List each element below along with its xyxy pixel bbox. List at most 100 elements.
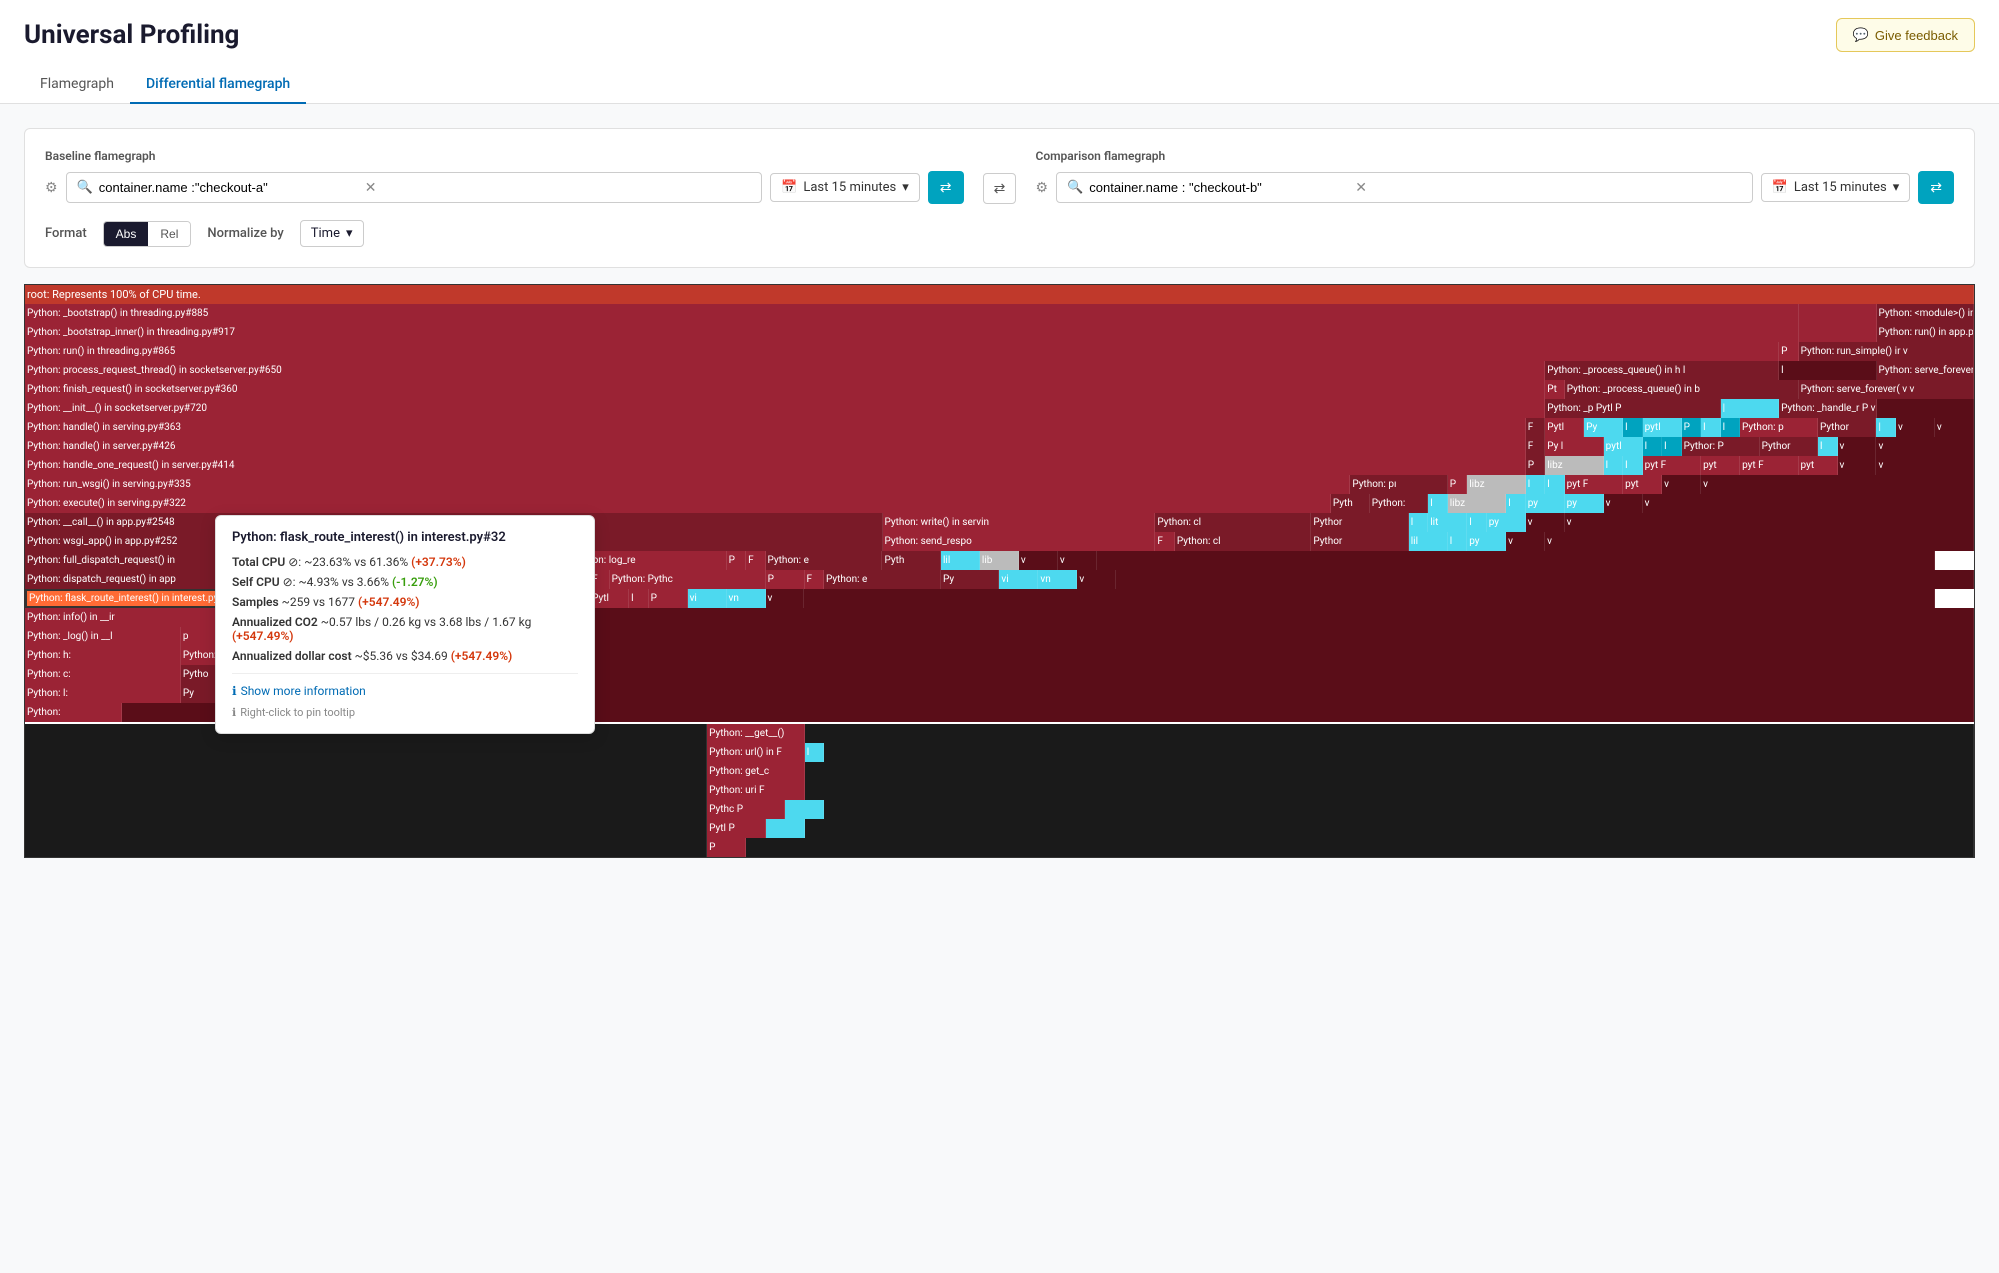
flame-row[interactable]: Python: uri F [707, 781, 804, 800]
flame-row[interactable]: lil [941, 551, 980, 570]
flame-row[interactable]: Python: _log() in __l [25, 627, 181, 646]
flame-row[interactable] [356, 646, 1974, 665]
flame-row[interactable]: v [1506, 532, 1545, 551]
flame-row[interactable]: Pytl [1545, 418, 1584, 437]
baseline-sync-button[interactable]: ⇄ [928, 171, 964, 204]
flame-row[interactable] [1116, 570, 1974, 589]
flame-row[interactable]: pyt F [1643, 456, 1701, 475]
flame-row[interactable]: l [1721, 418, 1740, 437]
flame-row[interactable]: P [707, 838, 746, 857]
flame-row[interactable]: libz [1545, 456, 1603, 475]
flame-row[interactable]: Python: Pythc [610, 570, 766, 589]
comparison-sync-button[interactable]: ⇄ [1918, 171, 1954, 204]
flame-row[interactable]: Pt [1545, 380, 1564, 399]
flame-row[interactable]: Python: _p Pytl P [1545, 399, 1720, 418]
flame-row[interactable]: Python: c: [25, 665, 181, 684]
flame-row[interactable]: Py l [1545, 437, 1603, 456]
flame-row[interactable]: P [1448, 475, 1467, 494]
flame-row[interactable]: pyt [1623, 475, 1662, 494]
flame-row[interactable] [25, 781, 707, 800]
flame-row[interactable]: F [1526, 437, 1545, 456]
flame-row[interactable]: py [1467, 532, 1506, 551]
flame-row[interactable]: l [1448, 532, 1467, 551]
flame-row[interactable]: v [1896, 418, 1935, 437]
flame-row[interactable]: v [1876, 456, 1973, 475]
flame-row[interactable] [785, 800, 824, 819]
flame-row[interactable] [804, 589, 1934, 608]
flame-row[interactable]: P [1682, 418, 1701, 437]
flame-row[interactable]: v [1876, 437, 1973, 456]
flame-row[interactable]: Pythc P [707, 800, 785, 819]
flame-row[interactable]: l [1662, 437, 1681, 456]
baseline-date-picker[interactable]: 📅 Last 15 minutes ▾ [770, 173, 920, 202]
flame-row[interactable]: Pythor: P [1682, 437, 1760, 456]
flame-row[interactable]: v [1838, 456, 1877, 475]
flame-row[interactable] [805, 819, 1974, 838]
flame-row[interactable]: Pythor [1818, 418, 1876, 437]
flame-row[interactable]: Python: handle_one_request() in server.p… [25, 456, 1526, 475]
flame-row[interactable]: Python: get_c [707, 762, 804, 781]
flame-row[interactable]: v [1565, 513, 1974, 532]
flame-row[interactable]: py [1526, 494, 1565, 513]
flame-row[interactable]: Python: run() in threading.py#865 [25, 342, 1779, 361]
format-rel-button[interactable]: Rel [148, 222, 190, 246]
flame-row[interactable]: P [1779, 342, 1798, 361]
flame-row[interactable]: pyt [1701, 456, 1740, 475]
flame-row[interactable] [395, 627, 1974, 646]
flame-row[interactable]: Python: run() in app.py vml lib [1877, 323, 1974, 342]
flame-row[interactable]: Python: [1370, 494, 1428, 513]
flame-row[interactable]: v [1662, 475, 1701, 494]
flame-row[interactable]: vi [688, 589, 727, 608]
flame-row[interactable]: Pytl P [707, 819, 765, 838]
flame-row[interactable]: Python: __get__() [707, 724, 804, 743]
flame-row[interactable]: Python: e [766, 551, 883, 570]
flame-row[interactable]: l [1526, 475, 1545, 494]
flame-row[interactable]: Python: l: [25, 684, 181, 703]
baseline-search-input[interactable] [99, 180, 359, 195]
flame-row[interactable]: Py [1584, 418, 1623, 437]
flame-row[interactable] [746, 838, 1974, 857]
flame-row[interactable]: l [1643, 437, 1662, 456]
flame-row[interactable]: libz [1448, 494, 1506, 513]
flame-row[interactable]: pytl [1604, 437, 1643, 456]
flame-row[interactable]: Python: serve_forever( v v [1799, 380, 1974, 399]
flame-row[interactable]: l [1701, 418, 1720, 437]
flame-row[interactable] [25, 838, 707, 857]
flame-row[interactable]: pyt F [1740, 456, 1798, 475]
flame-row[interactable]: | [1721, 399, 1779, 418]
flame-row[interactable]: P [1526, 456, 1545, 475]
flame-row[interactable]: vn [727, 589, 766, 608]
flame-row[interactable]: l [1467, 513, 1486, 532]
flame-row[interactable]: Python: p [1740, 418, 1818, 437]
flame-row[interactable]: v [1701, 475, 1974, 494]
flame-row[interactable]: l [1623, 456, 1642, 475]
flame-row[interactable]: P [649, 589, 688, 608]
flame-row[interactable]: pyt [1799, 456, 1838, 475]
flame-row[interactable]: Python: pı [1350, 475, 1447, 494]
flame-row[interactable]: Python: serve_forever( v v [1877, 361, 1974, 380]
flame-row[interactable]: Python: url() in F [707, 743, 804, 762]
flame-row-root[interactable]: root: Represents 100% of CPU time. [25, 285, 1974, 304]
flame-row[interactable]: Python: h: [25, 646, 181, 665]
flame-row[interactable] [766, 819, 805, 838]
flame-row[interactable]: py [1565, 494, 1604, 513]
flame-row[interactable]: Python: handle() in serving.py#363 [25, 418, 1526, 437]
tab-flamegraph[interactable]: Flamegraph [24, 66, 130, 104]
flame-row[interactable] [25, 819, 707, 838]
flame-row[interactable]: Pyth [1331, 494, 1370, 513]
flame-row[interactable]: v [766, 589, 805, 608]
flame-row[interactable]: Python: cl [1155, 513, 1311, 532]
flame-row[interactable]: Python: info() in __ir [25, 608, 218, 627]
flame-row[interactable] [527, 608, 1974, 627]
flame-row[interactable]: Python: process_request_thread() in sock… [25, 361, 1545, 380]
flame-row[interactable]: Python: _handle_r P v [1779, 399, 1876, 418]
comparison-clear-button[interactable]: ✕ [1355, 179, 1367, 196]
flame-row[interactable]: l [1506, 494, 1525, 513]
flame-row[interactable]: Python: run_simple() ir v [1799, 342, 1974, 361]
flame-row[interactable]: l [629, 589, 648, 608]
flame-row[interactable]: v [1526, 513, 1565, 532]
baseline-clear-button[interactable]: ✕ [365, 179, 377, 196]
flame-row[interactable] [1799, 304, 1877, 323]
feedback-button[interactable]: 💬 Give feedback [1836, 18, 1975, 52]
normalize-select[interactable]: Time ▾ [300, 220, 364, 247]
